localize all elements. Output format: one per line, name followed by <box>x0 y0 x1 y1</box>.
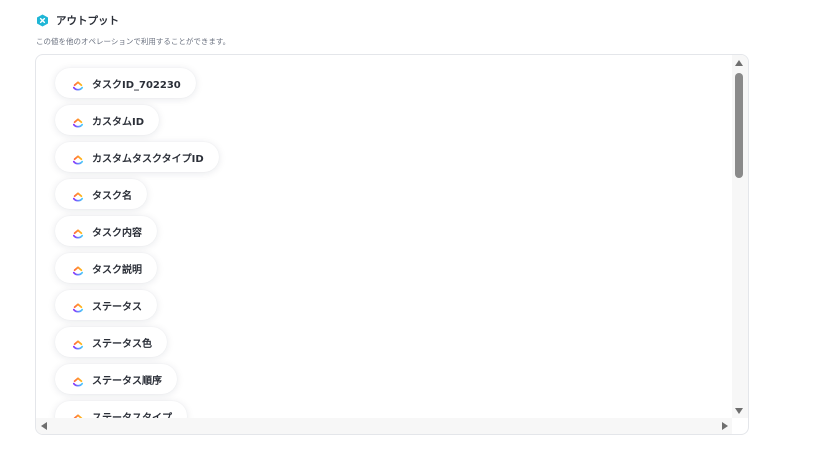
output-item[interactable]: ステータス順序 <box>55 364 177 394</box>
output-list-panel: タスクID_702230 カスタムID カスタムタスクタイプID タスク名タスク内容タ… <box>35 54 749 435</box>
clickup-logo-icon <box>72 114 84 128</box>
clickup-logo-icon <box>72 77 84 91</box>
output-item-label: カスタムタスクタイプID <box>92 153 204 165</box>
output-item[interactable]: タスクID_702230 <box>55 68 196 98</box>
output-hex-icon <box>36 14 49 27</box>
output-list[interactable]: タスクID_702230 カスタムID カスタムタスクタイプID タスク名タスク内容タ… <box>36 55 732 418</box>
output-item[interactable]: カスタムタスクタイプID <box>55 142 219 172</box>
scroll-up-arrow-icon[interactable] <box>735 60 743 66</box>
section-title: アウトプット <box>56 15 119 27</box>
scroll-left-arrow-icon[interactable] <box>41 422 47 430</box>
scroll-right-arrow-icon[interactable] <box>722 422 728 430</box>
output-item[interactable]: ステータスタイプ <box>55 401 187 418</box>
output-item-label: タスク内容 <box>92 227 142 239</box>
output-item-label: タスク説明 <box>92 264 142 276</box>
scroll-down-arrow-icon[interactable] <box>735 408 743 414</box>
output-item[interactable]: タスク説明 <box>55 253 157 283</box>
output-item[interactable]: ステータス色 <box>55 327 167 357</box>
clickup-logo-icon <box>72 225 84 239</box>
output-item-label: タスクID_702230 <box>92 79 181 91</box>
clickup-logo-icon <box>72 262 84 276</box>
clickup-logo-icon <box>72 336 84 350</box>
output-item-label: ステータス色 <box>92 338 152 350</box>
output-item[interactable]: タスク内容 <box>55 216 157 246</box>
output-item-label: ステータスタイプ <box>92 412 172 419</box>
scrollbar-thumb[interactable] <box>735 73 743 178</box>
output-item-label: タスク名 <box>92 190 132 202</box>
clickup-logo-icon <box>72 299 84 313</box>
vertical-scrollbar[interactable] <box>732 55 748 418</box>
output-item-label: カスタムID <box>92 116 145 128</box>
output-item[interactable]: ステータス <box>55 290 157 320</box>
clickup-logo-icon <box>72 188 84 202</box>
output-item-label: ステータス順序 <box>92 375 162 387</box>
clickup-logo-icon <box>72 151 84 165</box>
clickup-logo-icon <box>72 410 84 418</box>
output-item[interactable]: タスク名 <box>55 179 147 209</box>
output-item-label: ステータス <box>92 301 142 313</box>
horizontal-scrollbar[interactable] <box>36 418 732 434</box>
section-subtitle: この値を他のオペレーションで利用することができます。 <box>36 37 231 46</box>
clickup-logo-icon <box>72 373 84 387</box>
output-section-header: アウトプット <box>36 13 119 28</box>
output-item[interactable]: カスタムID <box>55 105 160 135</box>
